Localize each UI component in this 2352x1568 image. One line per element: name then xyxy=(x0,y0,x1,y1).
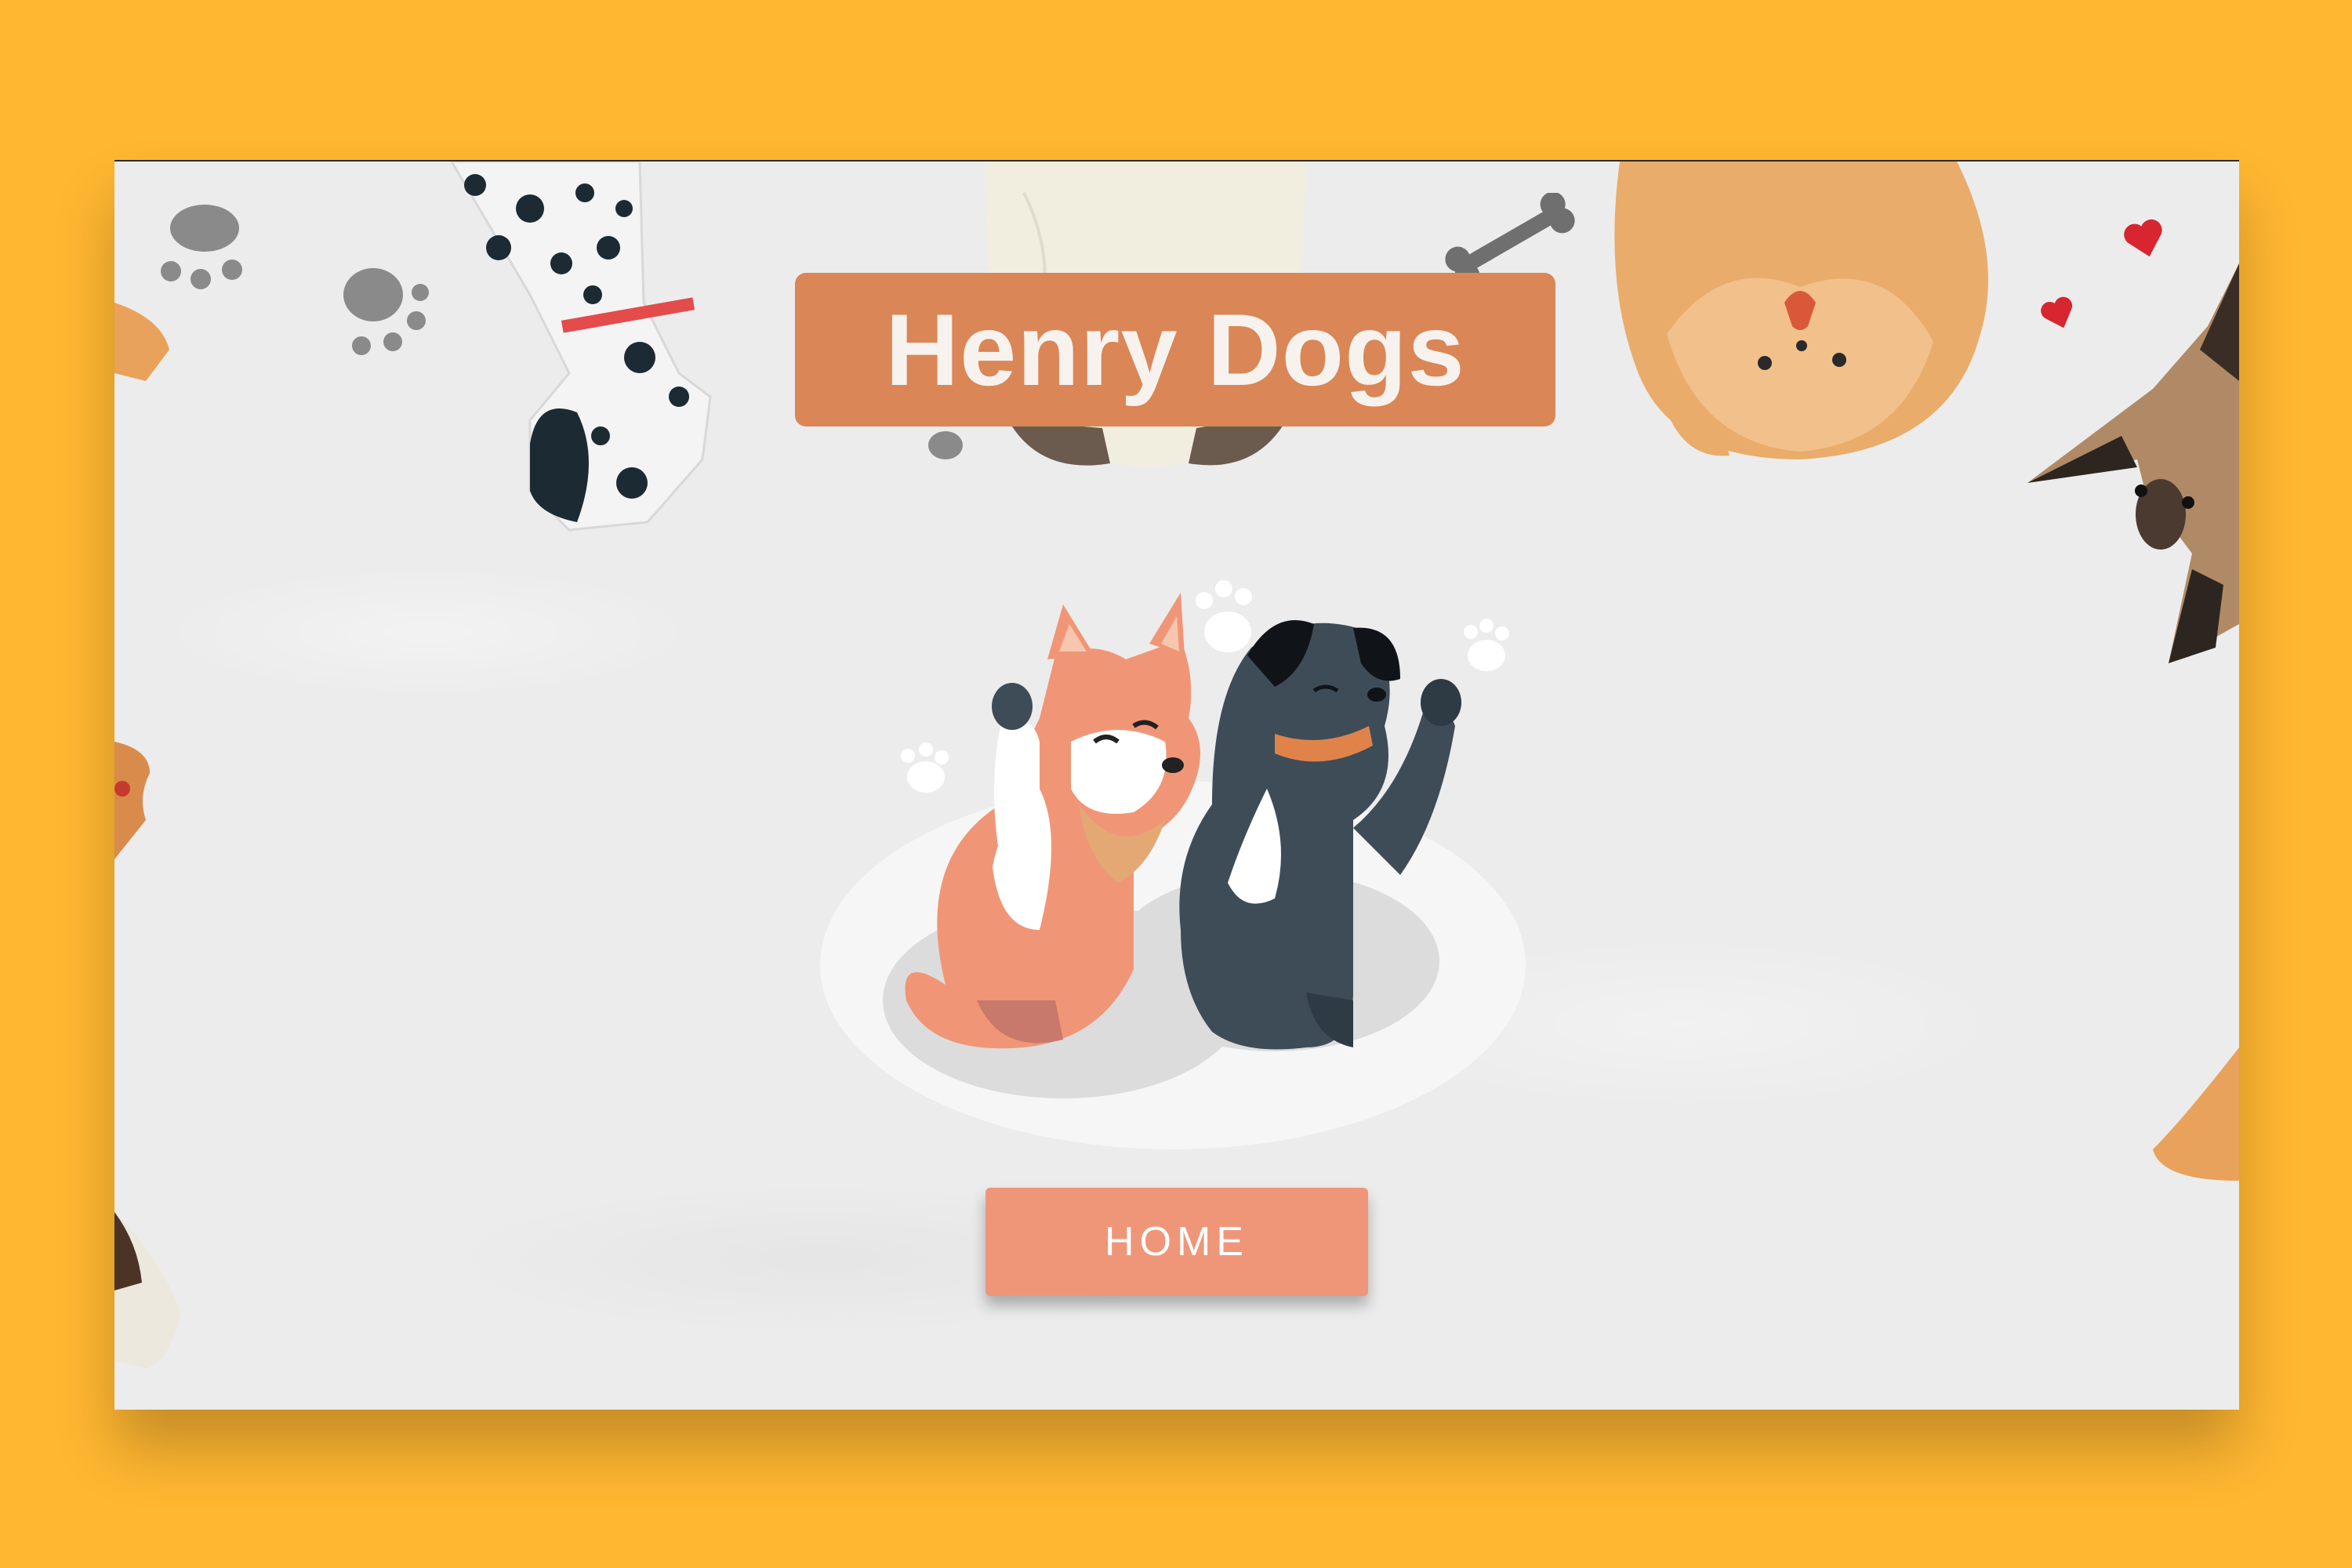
landing-card: Henry Dogs HOME xyxy=(114,160,2239,1410)
home-button[interactable]: HOME xyxy=(985,1188,1368,1296)
site-title: Henry Dogs xyxy=(795,273,1555,426)
dog-ear-illustration xyxy=(114,303,169,381)
dog-paw-illustration xyxy=(2153,1047,2239,1181)
paw-print-icon xyxy=(161,205,242,289)
dog-paw-illustration xyxy=(114,1212,181,1369)
paw-print-icon xyxy=(343,268,429,355)
shiba-illustration xyxy=(1614,162,1988,459)
dalmatian-illustration xyxy=(450,162,712,532)
shepherd-illustration xyxy=(2027,263,2239,663)
paw-print-icon xyxy=(928,431,963,459)
dog-ear-illustration xyxy=(114,742,150,859)
two-dogs-waving-illustration xyxy=(820,580,1526,1149)
